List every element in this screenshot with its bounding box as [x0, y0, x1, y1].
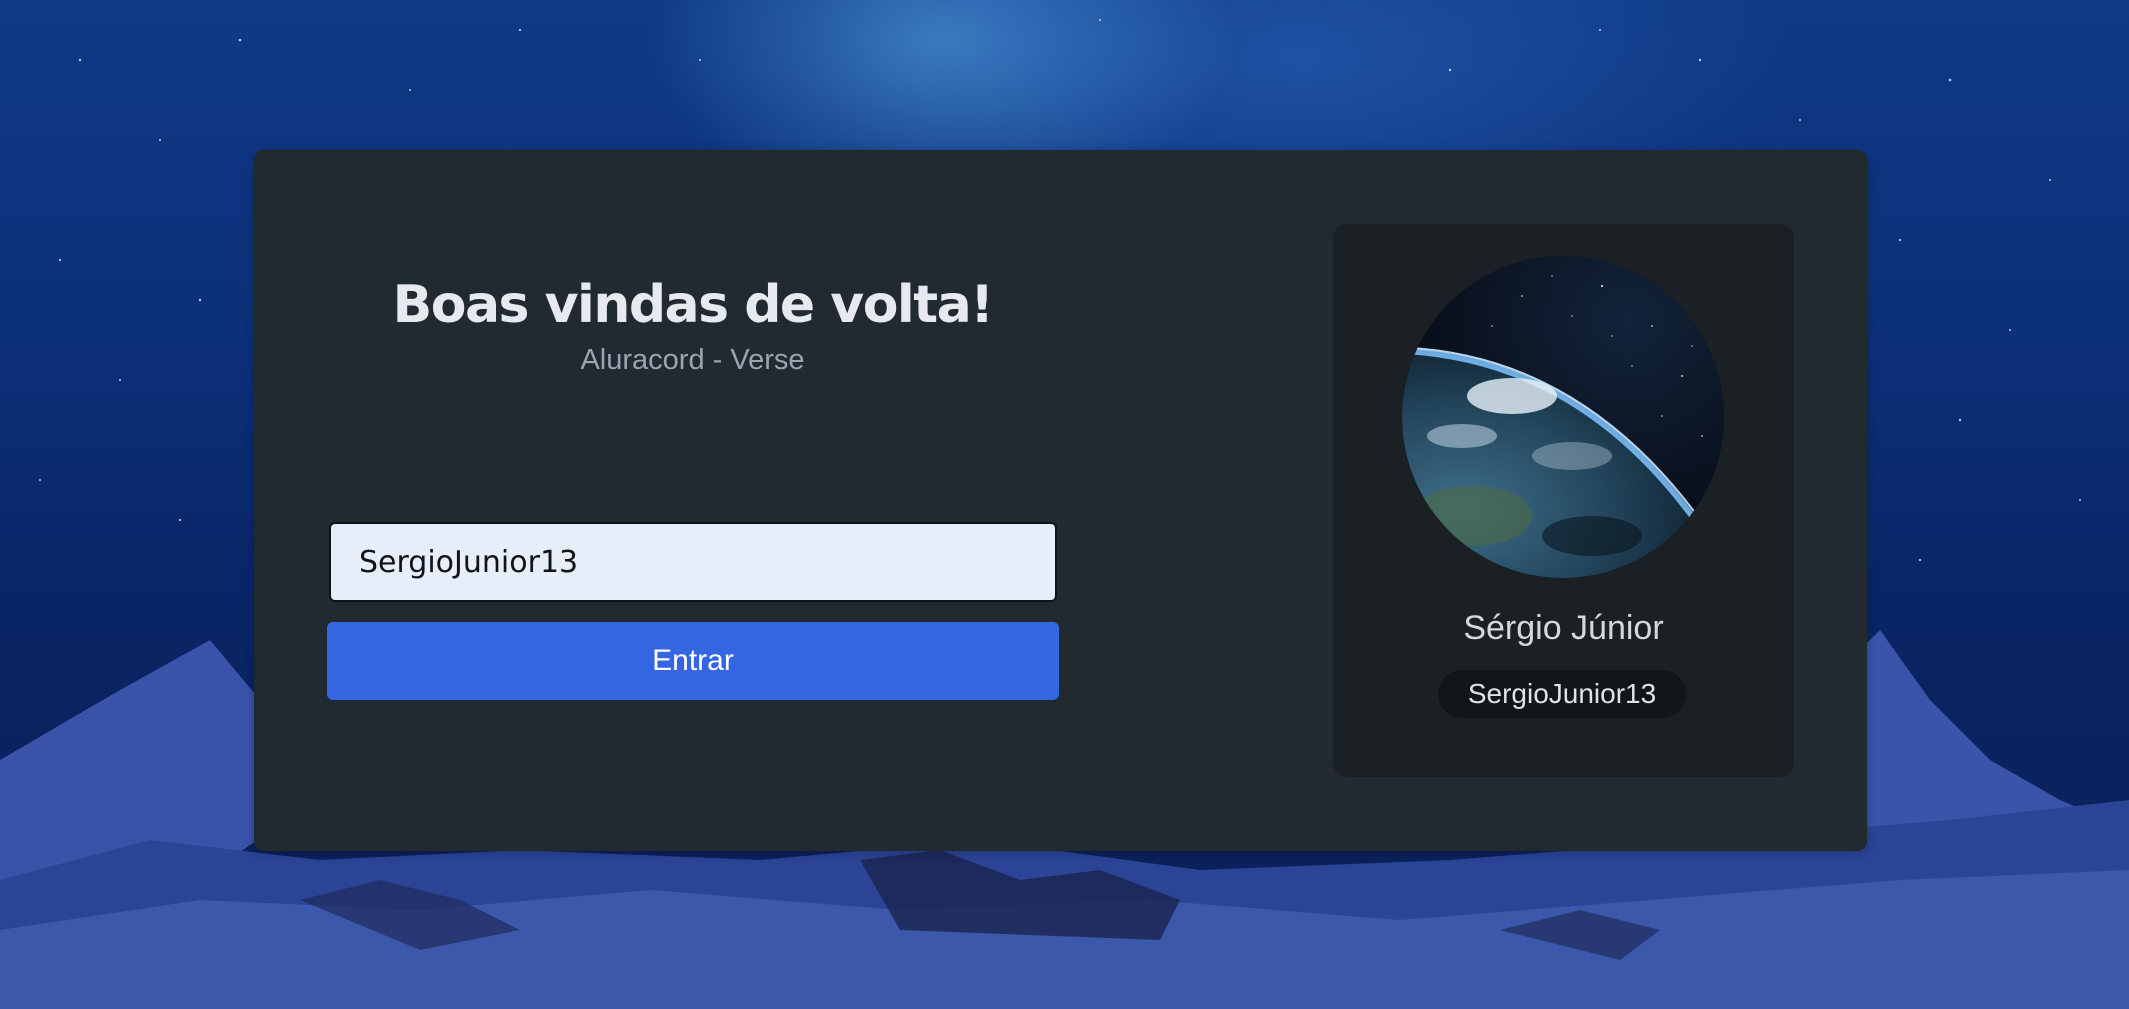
page-title: Boas vindas de volta! [392, 275, 994, 335]
earth-from-space-image [1402, 256, 1724, 578]
profile-name: Sérgio Júnior [1463, 609, 1664, 647]
username-input[interactable] [329, 522, 1057, 602]
enter-button[interactable]: Entrar [327, 622, 1059, 700]
login-form: Boas vindas de volta! Aluracord - Verse … [327, 275, 1059, 700]
profile-username-badge: SergioJunior13 [1438, 670, 1686, 718]
app-subtitle: Aluracord - Verse [580, 344, 805, 376]
avatar [1402, 256, 1724, 578]
profile-panel: Sérgio Júnior SergioJunior13 [1333, 224, 1794, 777]
login-card: Boas vindas de volta! Aluracord - Verse … [254, 150, 1867, 851]
